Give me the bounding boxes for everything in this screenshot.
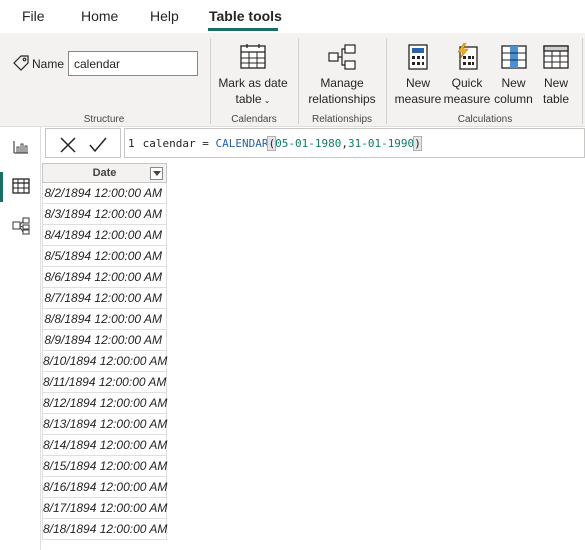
separator	[210, 38, 211, 124]
calendar-table-icon	[240, 44, 266, 69]
tab-table-tools[interactable]: Table tools	[209, 8, 282, 24]
data-view-button[interactable]	[0, 168, 41, 204]
manage-label-1: Manage	[320, 76, 364, 90]
new-column-label-1: New	[501, 76, 526, 90]
quick-measure-label-2: measure	[443, 92, 491, 106]
table-row[interactable]: 8/13/1894 12:00:00 AM	[42, 414, 167, 435]
manage-label-2: relationships	[308, 92, 376, 106]
formula-input[interactable]: 1 calendar = CALENDAR(05-01-1980,31-01-19…	[124, 128, 585, 158]
model-view-icon	[12, 217, 30, 235]
formula-operator: =	[202, 137, 209, 150]
separator	[298, 38, 299, 124]
table-icon	[543, 45, 569, 69]
table-name-input[interactable]	[68, 51, 198, 76]
tab-help[interactable]: Help	[150, 8, 179, 24]
table-row[interactable]: 8/12/1894 12:00:00 AM	[42, 393, 167, 414]
column-header-label: Date	[92, 167, 117, 179]
column-icon	[500, 45, 527, 69]
group-label-relationships: Relationships	[311, 114, 373, 125]
table-row[interactable]: 8/3/1894 12:00:00 AM	[42, 204, 167, 225]
formula-close-paren: )	[413, 136, 422, 151]
view-switcher	[0, 127, 41, 550]
table-rows: 8/2/1894 12:00:00 AM 8/3/1894 12:00:00 A…	[42, 183, 167, 540]
tab-home[interactable]: Home	[81, 8, 118, 24]
tag-icon	[13, 55, 29, 71]
table-row[interactable]: 8/7/1894 12:00:00 AM	[42, 288, 167, 309]
close-icon[interactable]	[58, 135, 78, 155]
table-row[interactable]: 8/17/1894 12:00:00 AM	[42, 498, 167, 519]
manage-relationships-button[interactable]: Manage relationships	[304, 43, 380, 107]
formula-bar: 1 calendar = CALENDAR(05-01-1980,31-01-19…	[45, 128, 585, 158]
formula-table-name: calendar	[142, 137, 196, 150]
separator	[582, 38, 583, 124]
quick-measure-label-1: Quick	[451, 76, 483, 90]
formula-line-number: 1	[128, 137, 135, 150]
formula-function: CALENDAR	[215, 137, 269, 150]
check-icon[interactable]	[88, 135, 108, 155]
ribbon: Name Structure Mark as date table ⌄ Cale…	[0, 33, 585, 127]
calculator-icon	[408, 44, 428, 70]
table-row[interactable]: 8/18/1894 12:00:00 AM	[42, 519, 167, 540]
group-label-calendars: Calendars	[231, 114, 277, 125]
table-row[interactable]: 8/5/1894 12:00:00 AM	[42, 246, 167, 267]
new-table-label-2: table	[542, 92, 570, 106]
menu-bar: File Home Help Table tools	[0, 0, 585, 33]
filter-dropdown-button[interactable]	[150, 167, 163, 180]
mark-as-date-label-2: table	[235, 92, 262, 106]
new-measure-button[interactable]: New measure	[394, 43, 442, 107]
quick-measure-button[interactable]: Quick measure	[443, 43, 491, 107]
mark-as-date-table-button[interactable]: Mark as date table ⌄	[216, 43, 290, 109]
mark-as-date-label-1: Mark as date	[218, 76, 288, 90]
chevron-down-icon	[153, 171, 161, 176]
report-view-icon	[13, 141, 28, 154]
data-view-icon	[12, 178, 30, 194]
new-table-label-1: New	[543, 76, 568, 90]
text-caret	[420, 137, 422, 149]
table-row[interactable]: 8/8/1894 12:00:00 AM	[42, 309, 167, 330]
new-measure-label-1: New	[405, 76, 430, 90]
active-tab-indicator	[208, 28, 278, 31]
relationships-icon	[328, 44, 356, 70]
new-table-button[interactable]: New table	[537, 43, 575, 107]
formula-comma: ,	[341, 137, 348, 150]
table-row[interactable]: 8/11/1894 12:00:00 AM	[42, 372, 167, 393]
chevron-down-icon: ⌄	[261, 96, 271, 105]
table-row[interactable]: 8/10/1894 12:00:00 AM	[42, 351, 167, 372]
table-row[interactable]: 8/9/1894 12:00:00 AM	[42, 330, 167, 351]
formula-arg-start: 05-01-1980	[275, 137, 342, 150]
separator	[386, 38, 387, 124]
new-column-label-2: column	[494, 92, 533, 106]
table-row[interactable]: 8/16/1894 12:00:00 AM	[42, 477, 167, 498]
table-row[interactable]: 8/14/1894 12:00:00 AM	[42, 435, 167, 456]
table-row[interactable]: 8/2/1894 12:00:00 AM	[42, 183, 167, 204]
formula-action-buttons	[45, 128, 121, 158]
table-row[interactable]: 8/4/1894 12:00:00 AM	[42, 225, 167, 246]
new-column-button[interactable]: New column	[491, 43, 536, 107]
column-header-date[interactable]: Date	[42, 163, 167, 183]
formula-arg-end: 31-01-1990	[347, 137, 415, 150]
tab-file[interactable]: File	[22, 8, 45, 24]
name-label: Name	[32, 57, 65, 71]
table-row[interactable]: 8/15/1894 12:00:00 AM	[42, 456, 167, 477]
data-table: Date 8/2/1894 12:00:00 AM 8/3/1894 12:00…	[42, 163, 167, 540]
group-label-calculations: Calculations	[457, 114, 513, 125]
report-view-button[interactable]	[0, 129, 41, 165]
quick-calculator-icon	[457, 43, 478, 70]
model-view-button[interactable]	[0, 207, 41, 243]
table-row[interactable]: 8/6/1894 12:00:00 AM	[42, 267, 167, 288]
group-label-structure: Structure	[83, 114, 125, 125]
new-measure-label-2: measure	[394, 92, 442, 106]
